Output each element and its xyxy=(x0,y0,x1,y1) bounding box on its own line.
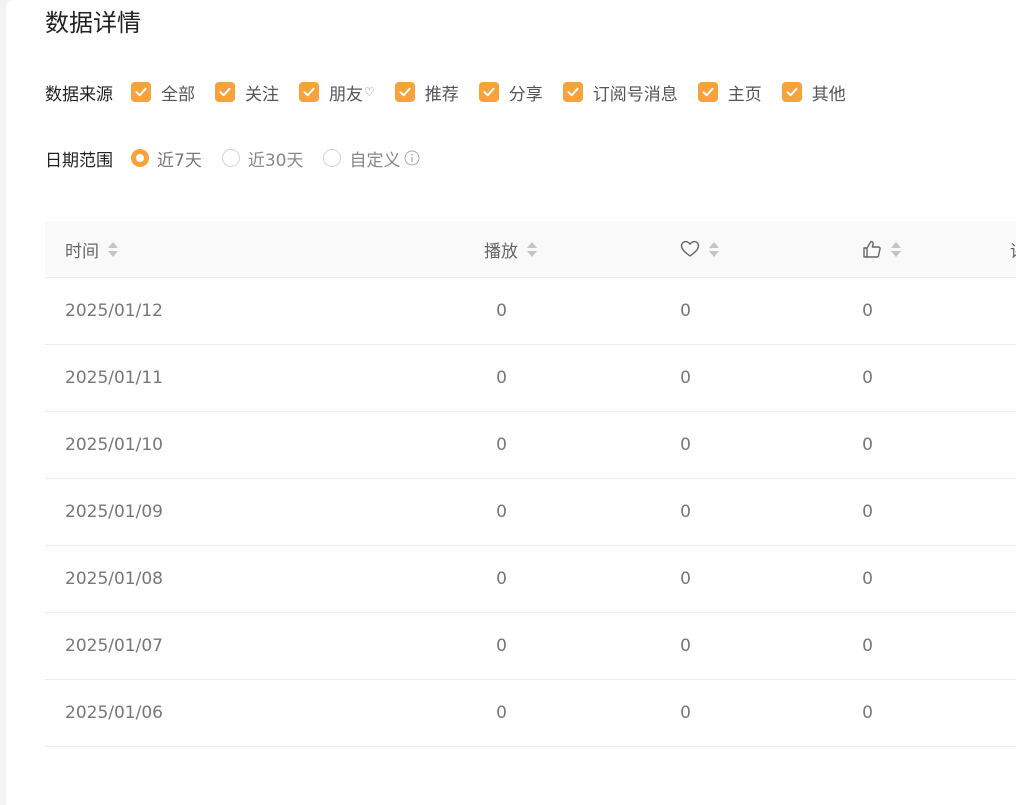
source-checkbox-share[interactable]: 分享 xyxy=(478,80,543,105)
cell-like: 0 xyxy=(680,502,691,522)
table-row: 2025/01/12 0 0 0 xyxy=(45,278,1016,345)
source-checkbox-label: 其他 xyxy=(811,84,846,105)
date-radio-label: 近30天 xyxy=(247,150,304,171)
cell-thumb: 0 xyxy=(862,301,873,321)
date-radio-30days[interactable]: 近30天 xyxy=(221,146,304,171)
date-radio-custom[interactable]: 自定义 xyxy=(323,146,420,171)
source-checkbox-homepage[interactable]: 主页 xyxy=(697,80,762,105)
heart-icon xyxy=(680,240,700,257)
cell-like: 0 xyxy=(680,703,691,723)
source-filter: 数据来源 全部 关注 朋友 ♡ 推荐 分享 订阅号消息 主页 其他 xyxy=(45,80,866,105)
cell-date: 2025/01/08 xyxy=(65,569,163,589)
table-row: 2025/01/06 0 0 0 xyxy=(45,680,1016,747)
date-range-label: 日期范围 xyxy=(45,150,113,171)
source-checkbox-label: 订阅号消息 xyxy=(592,84,678,105)
cell-date: 2025/01/07 xyxy=(65,636,163,656)
date-radio-label: 自定义 xyxy=(349,150,401,171)
checkmark-icon xyxy=(697,82,718,102)
cell-date: 2025/01/11 xyxy=(65,368,163,388)
sort-icon[interactable] xyxy=(108,241,118,257)
date-radio-7days[interactable]: 近7天 xyxy=(131,146,202,171)
cell-play: 0 xyxy=(496,502,507,522)
cell-play: 0 xyxy=(496,435,507,455)
table-row: 2025/01/10 0 0 0 xyxy=(45,412,1016,479)
date-range-filter: 日期范围 近7天 近30天 自定义 xyxy=(45,146,440,171)
cell-like: 0 xyxy=(680,301,691,321)
column-header-comment[interactable]: 评 xyxy=(1010,221,1016,277)
cell-date: 2025/01/10 xyxy=(65,435,163,455)
source-checkbox-label: 推荐 xyxy=(424,84,459,105)
source-checkbox-all[interactable]: 全部 xyxy=(131,80,195,105)
cell-like: 0 xyxy=(680,368,691,388)
data-table: 时间 播放 评 xyxy=(45,221,1016,747)
radio-unselected-icon xyxy=(221,149,240,167)
source-checkbox-label: 关注 xyxy=(245,84,279,105)
cell-like: 0 xyxy=(680,636,691,656)
source-checkbox-recommend[interactable]: 推荐 xyxy=(394,80,459,105)
cell-date: 2025/01/06 xyxy=(65,703,163,723)
column-header-like[interactable] xyxy=(680,221,719,277)
column-header-label: 时间 xyxy=(65,241,99,262)
cell-date: 2025/01/12 xyxy=(65,301,163,321)
info-icon[interactable] xyxy=(404,150,420,166)
cell-thumb: 0 xyxy=(862,368,873,388)
cell-thumb: 0 xyxy=(862,636,873,656)
sort-icon[interactable] xyxy=(891,241,901,257)
source-checkbox-label: 主页 xyxy=(727,84,762,105)
cell-date: 2025/01/09 xyxy=(65,502,163,522)
column-header-label: 播放 xyxy=(484,241,518,262)
checkmark-icon xyxy=(299,82,319,102)
thumbs-up-icon xyxy=(863,240,881,258)
cell-thumb: 0 xyxy=(862,502,873,522)
checkmark-icon xyxy=(478,82,499,102)
page-title: 数据详情 xyxy=(45,9,141,37)
table-row: 2025/01/07 0 0 0 xyxy=(45,613,1016,680)
checkmark-icon xyxy=(394,82,415,102)
column-header-label: 评 xyxy=(1010,237,1016,262)
cell-thumb: 0 xyxy=(862,703,873,723)
sort-icon[interactable] xyxy=(709,241,719,257)
checkmark-icon xyxy=(781,82,802,102)
source-checkbox-label: 朋友 xyxy=(329,84,363,105)
table-row: 2025/01/09 0 0 0 xyxy=(45,479,1016,546)
radio-selected-icon xyxy=(131,149,149,167)
source-checkbox-follow[interactable]: 关注 xyxy=(215,80,279,105)
table-header: 时间 播放 评 xyxy=(45,221,1016,278)
date-radio-label: 近7天 xyxy=(157,150,202,171)
small-heart-icon: ♡ xyxy=(364,85,375,99)
checkmark-icon xyxy=(215,82,235,102)
source-filter-label: 数据来源 xyxy=(45,84,113,105)
source-checkbox-subscription[interactable]: 订阅号消息 xyxy=(562,80,678,105)
cell-play: 0 xyxy=(496,703,507,723)
cell-play: 0 xyxy=(496,301,507,321)
cell-like: 0 xyxy=(680,569,691,589)
column-header-time[interactable]: 时间 xyxy=(65,221,118,277)
cell-play: 0 xyxy=(496,569,507,589)
column-header-thumb[interactable] xyxy=(862,221,901,277)
cell-play: 0 xyxy=(496,368,507,388)
column-header-play[interactable]: 播放 xyxy=(484,221,537,277)
cell-thumb: 0 xyxy=(862,569,873,589)
data-detail-card: 数据详情 数据来源 全部 关注 朋友 ♡ 推荐 分享 订阅号消息 主页 其他 日… xyxy=(6,0,1016,805)
cell-thumb: 0 xyxy=(862,435,873,455)
source-checkbox-other[interactable]: 其他 xyxy=(781,80,846,105)
table-row: 2025/01/11 0 0 0 xyxy=(45,345,1016,412)
table-row: 2025/01/08 0 0 0 xyxy=(45,546,1016,613)
sort-icon[interactable] xyxy=(527,241,537,257)
source-checkbox-friends[interactable]: 朋友 ♡ xyxy=(299,80,375,105)
radio-unselected-icon xyxy=(323,149,342,167)
source-checkbox-label: 全部 xyxy=(161,84,195,105)
checkmark-icon xyxy=(562,82,583,102)
cell-play: 0 xyxy=(496,636,507,656)
cell-like: 0 xyxy=(680,435,691,455)
source-checkbox-label: 分享 xyxy=(508,84,543,105)
checkmark-icon xyxy=(131,82,151,102)
